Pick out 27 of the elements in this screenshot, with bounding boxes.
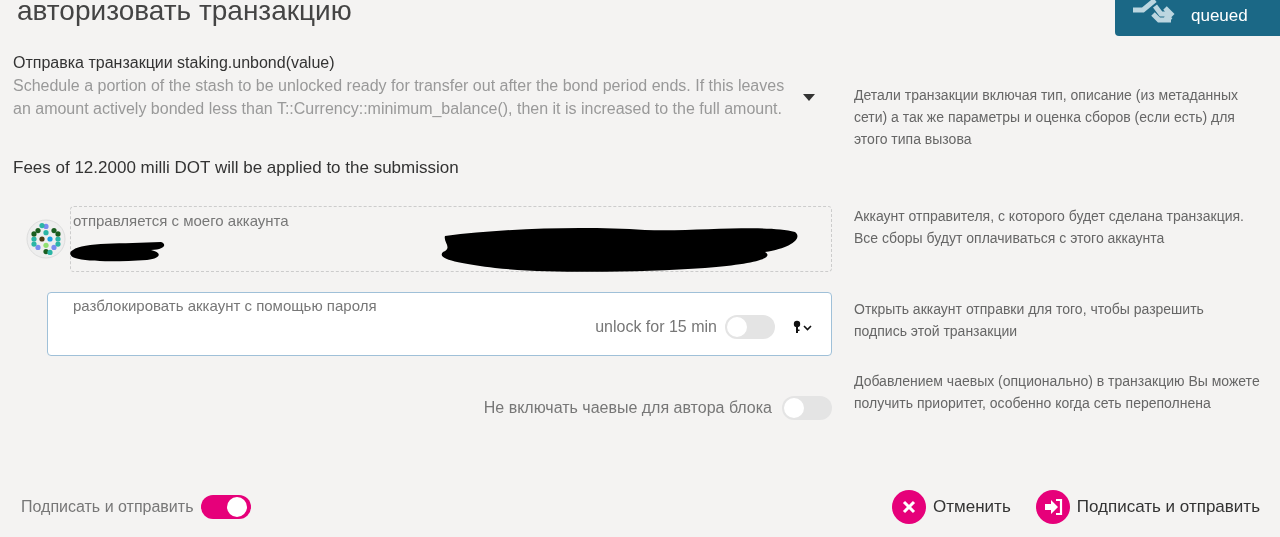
help-text: Добавлением чаевых (опционально) в транзакцию Вы можете получить приоритет, особенно когда сеть переполнена [854, 372, 1261, 413]
sign-in-icon [1035, 490, 1070, 524]
help-text: Аккаунт отправителя, с которого будет сделана транзакция. Все сборы будут оплачиваться с этого аккаунта [854, 207, 1245, 248]
identicon-avatar [26, 219, 66, 259]
help-text: Открыть аккаунт отправки для того, чтобы разрешить подпись этой транзакции [854, 300, 1205, 341]
tip-toggle[interactable] [782, 396, 832, 420]
help-text: Детали транзакции включая тип, описание (из метаданных сети) а так же параметры и оценка сборов (если есть) для этого типа вызова [854, 86, 1239, 149]
shuffle-arrows-icon [1131, 0, 1177, 26]
fees-notice: Fees of 12.2000 milli DOT will be applied to the submission [13, 158, 460, 178]
field-label: разблокировать аккаунт с помощью пароля [73, 297, 377, 314]
unlock-label: unlock for 15 min [595, 318, 717, 336]
queued-button[interactable]: queued [1115, 0, 1280, 36]
key-dropdown-icon[interactable] [793, 320, 813, 334]
cancel-button[interactable]: Отменить [892, 490, 1011, 524]
caret-icon[interactable] [803, 94, 815, 102]
unlock-toggle[interactable] [725, 315, 775, 339]
close-icon [892, 490, 927, 524]
transaction-heading: Отправка транзакции staking.unbond(value) [13, 53, 336, 73]
transaction-description: Schedule a portion of the stash to be unlocked ready for transfer out after the bond period ends. If this leaves an amount actively bonded less than T::Currency::minimum_balance(), then it is increased to the full amount. [13, 76, 786, 119]
password-field[interactable]: разблокировать аккаунт с помощью пароля unlock for 15 min [47, 292, 832, 356]
sign-toggle[interactable] [201, 495, 252, 519]
sign-button[interactable]: Подписать и отправить [1035, 490, 1260, 524]
tip-label: Не включать чаевые для автора блока [483, 399, 772, 417]
sign-label: Подписать и отправить [21, 498, 194, 516]
field-label: отправляется с моего аккаунта [73, 212, 289, 229]
account-field[interactable]: отправляется с моего аккаунта [70, 206, 832, 272]
dialog-title: авторизовать транзакцию [17, 0, 352, 28]
